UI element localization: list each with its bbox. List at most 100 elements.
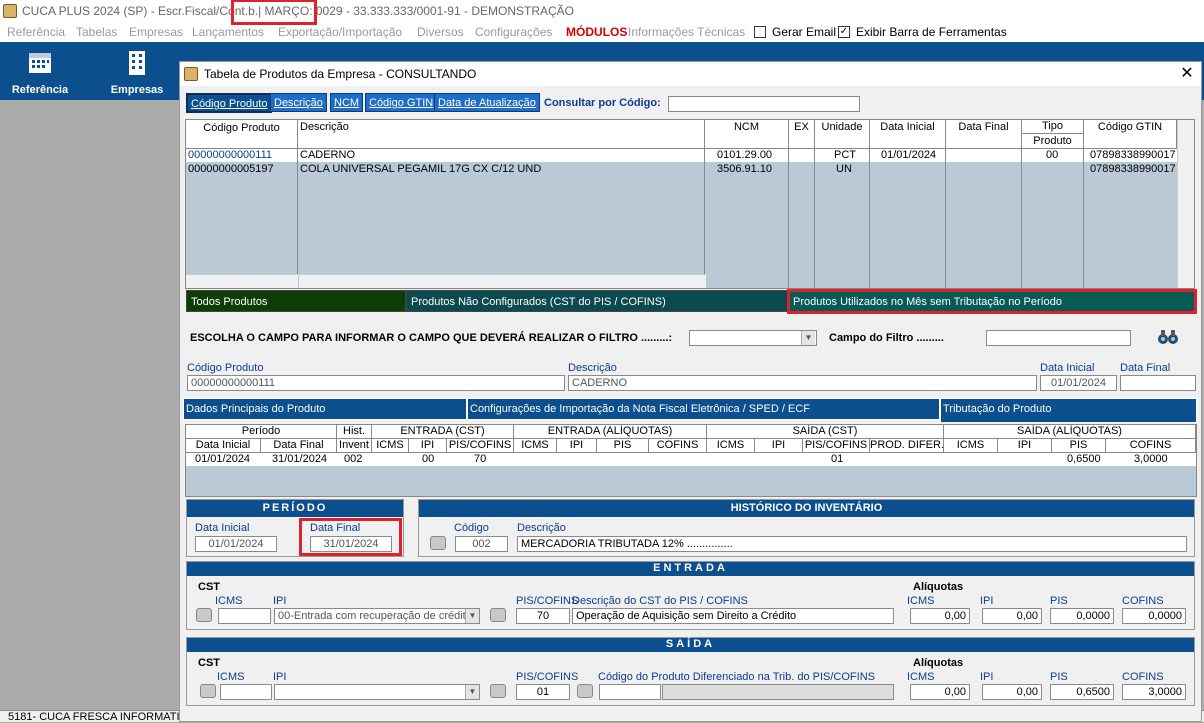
products-grid[interactable]: Código Produto Descrição NCM EX Unidade …	[185, 119, 1195, 289]
lookup-icon[interactable]	[490, 684, 506, 698]
cell-e-ipi: 00	[422, 453, 435, 465]
menu-modulos[interactable]: MÓDULOS	[566, 22, 627, 42]
menu-informacoes-tecnicas[interactable]: Informações Técnicas	[628, 22, 745, 42]
col-gtin-header[interactable]: Código GTIN	[1084, 120, 1177, 149]
lookup-icon[interactable]	[490, 608, 506, 622]
col-data-final[interactable]: Data Final	[261, 439, 337, 453]
col-descricao-header[interactable]: Descrição	[298, 120, 705, 149]
chevron-down-icon[interactable]: ▼	[801, 331, 815, 345]
codigo-produto-field[interactable]: 00000000000111	[187, 375, 565, 391]
saida-piscofins-field[interactable]: 01	[516, 684, 570, 700]
saida-aliq-pis-field[interactable]: 0,6500	[1050, 684, 1114, 700]
toolbar-referencia-button[interactable]: Referência	[0, 42, 80, 100]
descricao-field[interactable]: CADERNO	[568, 375, 1037, 391]
col-s-icms[interactable]: ICMS	[707, 439, 755, 453]
toolbar-empresas-button[interactable]: Empresas	[97, 42, 177, 100]
lookup-icon[interactable]	[196, 608, 212, 622]
entrada-ipi-select[interactable]: 00-Entrada com recuperação de crédito	[274, 608, 480, 624]
col-s-piscofins[interactable]: PIS/COFINS	[803, 439, 870, 453]
col-data-inicial-header[interactable]: Data Inicial	[870, 120, 946, 149]
lookup-icon[interactable]	[200, 684, 216, 698]
horizontal-scrollbar-main[interactable]	[299, 274, 706, 288]
col-ea-icms[interactable]: ICMS	[514, 439, 557, 453]
entrada-piscofins-field[interactable]: 70	[516, 608, 570, 624]
table-row[interactable]	[186, 453, 1196, 466]
horizontal-scrollbar-left[interactable]	[186, 274, 298, 288]
entrada-aliq-cofins-field[interactable]: 0,0000	[1122, 608, 1186, 624]
col-data-inicial[interactable]: Data Inicial	[186, 439, 261, 453]
col-sa-cofins[interactable]: COFINS	[1106, 439, 1196, 453]
menu-configuracoes[interactable]: Configurações	[475, 22, 552, 42]
col-ea-cofins[interactable]: COFINS	[649, 439, 707, 453]
exibir-barra-checkbox[interactable]: ✓	[838, 26, 850, 38]
data-final-field[interactable]	[1120, 375, 1196, 391]
saida-aliq-ipi-field[interactable]: 0,00	[982, 684, 1042, 700]
col-data-final-header[interactable]: Data Final	[946, 120, 1022, 149]
col-tipo-header[interactable]: Tipo	[1022, 120, 1084, 134]
col-unidade-header[interactable]: Unidade	[815, 120, 870, 149]
lookup-icon[interactable]	[577, 684, 593, 698]
gerar-email-label: Gerar Email	[772, 25, 837, 39]
tributacao-grid[interactable]: Período Hist. ENTRADA (CST) ENTRADA (ALÍ…	[185, 424, 1197, 497]
tab-descricao[interactable]: Descrição	[270, 93, 327, 112]
col-ea-pis[interactable]: PIS	[597, 439, 649, 453]
menu-lancamentos[interactable]: Lançamentos	[192, 22, 264, 42]
chevron-down-icon[interactable]: ▼	[465, 685, 479, 699]
menu-tabelas[interactable]: Tabelas	[76, 22, 117, 42]
saida-ipi-select[interactable]	[274, 684, 480, 700]
saida-cst-label: CST	[198, 657, 220, 669]
col-ncm-header[interactable]: NCM	[705, 120, 789, 149]
entrada-aliq-ipi-field[interactable]: 0,00	[982, 608, 1042, 624]
gerar-email-checkbox[interactable]	[754, 26, 766, 38]
entrada-aliq-icms-field[interactable]: 0,00	[910, 608, 970, 624]
col-s-ipi[interactable]: IPI	[755, 439, 803, 453]
tab-codigo-gtin[interactable]: Código GTIN	[365, 93, 438, 112]
entrada-aliq-pis-field[interactable]: 0,0000	[1050, 608, 1114, 624]
col-e-piscofins[interactable]: PIS/COFINS	[447, 439, 514, 453]
historico-codigo-field[interactable]: 002	[455, 536, 508, 552]
saida-aliq-cofins-field[interactable]: 3,0000	[1122, 684, 1186, 700]
historico-descricao-field[interactable]: MERCADORIA TRIBUTADA 12% ...............	[517, 536, 1187, 552]
col-prod-difer[interactable]: PROD. DIFER.	[870, 439, 944, 453]
col-divider	[704, 149, 705, 288]
lookup-icon[interactable]	[430, 536, 446, 550]
menu-referencia[interactable]: Referência	[7, 22, 65, 42]
menu-diversos[interactable]: Diversos	[417, 22, 464, 42]
entrada-desc-field[interactable]: Operação de Aquisição sem Direito a Créd…	[572, 608, 894, 624]
menu-exportacao[interactable]: Exportação/Importação	[278, 22, 402, 42]
col-ex-header[interactable]: EX	[789, 120, 815, 149]
binoculars-icon[interactable]	[1157, 328, 1179, 346]
menu-empresas[interactable]: Empresas	[129, 22, 183, 42]
col-ea-ipi[interactable]: IPI	[557, 439, 597, 453]
col-e-ipi[interactable]: IPI	[409, 439, 447, 453]
data-inicial-field[interactable]: 01/01/2024	[1040, 375, 1117, 391]
saida-cod-diferenciado-field[interactable]	[599, 684, 661, 700]
tab-codigo-produto[interactable]: Código Produto	[186, 93, 273, 113]
vertical-scrollbar[interactable]	[1177, 120, 1194, 288]
col-sa-pis[interactable]: PIS	[1052, 439, 1106, 453]
periodo-di-field[interactable]: 01/01/2024	[195, 536, 277, 552]
campo-filtro-input[interactable]	[986, 330, 1131, 346]
entrada-icms-field[interactable]	[218, 608, 271, 624]
tab-configuracoes-importacao[interactable]: Configurações de Importação da Nota Fisc…	[467, 398, 940, 420]
col-sa-ipi[interactable]: IPI	[998, 439, 1052, 453]
chevron-down-icon[interactable]: ▼	[465, 609, 479, 623]
nao-configurados-button[interactable]: Produtos Não Configurados (CST do PIS / …	[406, 290, 788, 312]
saida-icms-field[interactable]	[220, 684, 272, 700]
tab-ncm[interactable]: NCM	[330, 93, 364, 112]
saida-aliq-icms-label: ICMS	[907, 671, 935, 683]
col-sa-icms[interactable]: ICMS	[944, 439, 998, 453]
col-tipo-produto-header[interactable]: Produto	[1022, 134, 1084, 149]
saida-aliq-icms-field[interactable]: 0,00	[910, 684, 970, 700]
tab-dados-principais[interactable]: Dados Principais do Produto	[183, 398, 467, 420]
filter-field-select[interactable]	[689, 330, 817, 346]
col-invent[interactable]: Invent	[337, 439, 372, 453]
consultar-input[interactable]	[668, 96, 860, 112]
col-codigo-header[interactable]: Código Produto	[186, 120, 298, 149]
saida-cst-group-header: SAÍDA (CST)	[707, 425, 944, 439]
tab-data-atualizacao[interactable]: Data de Atualização	[434, 93, 540, 112]
col-e-icms[interactable]: ICMS	[372, 439, 409, 453]
todos-produtos-button[interactable]: Todos Produtos	[186, 290, 406, 312]
close-button[interactable]: ✕	[1175, 62, 1199, 86]
tab-tributacao[interactable]: Tributação do Produto	[940, 398, 1197, 422]
